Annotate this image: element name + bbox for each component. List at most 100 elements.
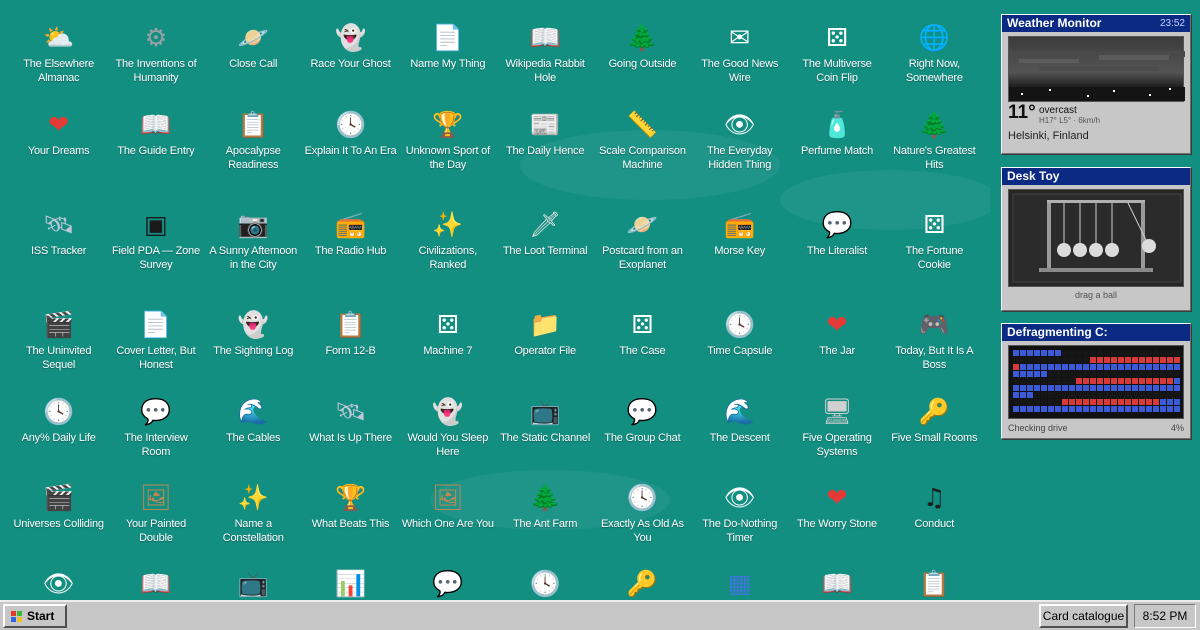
desktop-icon[interactable]: ✨ Civilizations, Ranked: [399, 207, 496, 307]
desktop-icon[interactable]: 🗡 The Loot Terminal: [496, 207, 593, 307]
desk-toy-widget[interactable]: Desk Toy drag a ball: [1001, 167, 1191, 311]
defrag-cell: [1034, 350, 1040, 356]
desktop-icon[interactable]: 🌊 The Cables: [205, 394, 302, 480]
defrag-cell: [1083, 406, 1089, 412]
desktop-icon[interactable]: 📖: [788, 566, 885, 600]
desktop-icon[interactable]: ▦: [691, 566, 788, 600]
desktop-icon[interactable]: ▣ Field PDA — Zone Survey: [107, 207, 204, 307]
desktop-icon[interactable]: 💬 The Literalist: [788, 207, 885, 307]
ghost-icon: 👻: [432, 396, 464, 426]
desktop-icon[interactable]: ❤ Your Dreams: [10, 107, 107, 207]
newtons-cradle[interactable]: [1008, 189, 1184, 287]
desktop-icon[interactable]: 🕓 Any% Daily Life: [10, 394, 107, 480]
defragmenter-widget[interactable]: Defragmenting C: Checking drive 4%: [1001, 323, 1191, 439]
desktop-icon-label: Postcard from an Exoplanet: [602, 245, 683, 271]
desktop-icon[interactable]: 📖 Wikipedia Rabbit Hole: [496, 20, 593, 107]
desktop-icon[interactable]: 📻 Morse Key: [691, 207, 788, 307]
desktop-icon[interactable]: 🕓: [496, 566, 593, 600]
desktop-icon[interactable]: 📋: [886, 566, 983, 600]
cradle-ball[interactable]: [1105, 243, 1119, 257]
desktop-icon[interactable]: 👻 The Sighting Log: [205, 307, 302, 394]
cradle-ball[interactable]: [1089, 243, 1103, 257]
desktop-icon[interactable]: 📄 Cover Letter, But Honest: [107, 307, 204, 394]
desktop-icon[interactable]: 🎬 The Uninvited Sequel: [10, 307, 107, 394]
desktop-icon[interactable]: 📖 The Guide Entry: [107, 107, 204, 207]
desktop-icon[interactable]: 🌲 Nature's Greatest Hits: [886, 107, 983, 207]
desktop-icon[interactable]: 🌐 Right Now, Somewhere: [886, 20, 983, 107]
desktop-icon[interactable]: 🕓 Explain It To An Era: [302, 107, 399, 207]
desktop-icon-label: Nature's Greatest Hits: [893, 145, 976, 171]
desktop-icon[interactable]: ⚄ The Case: [594, 307, 691, 394]
desktop-icon[interactable]: 🛰 ISS Tracker: [10, 207, 107, 307]
taskbar-window-button[interactable]: Card catalogue: [1039, 604, 1128, 628]
desktop-icon[interactable]: ⛅ The Elsewhere Almanac: [10, 20, 107, 107]
desktop-icon[interactable]: ❤ The Jar: [788, 307, 885, 394]
desktop-icon[interactable]: 🎮 Today, But It Is A Boss: [886, 307, 983, 394]
desktop-icon[interactable]: 👁 The Everyday Hidden Thing: [691, 107, 788, 207]
desk-toy-titlebar[interactable]: Desk Toy: [1002, 168, 1190, 185]
desktop-icon[interactable]: 🌲 Going Outside: [594, 20, 691, 107]
desktop-icon[interactable]: 💬: [399, 566, 496, 600]
cradle-ball[interactable]: [1057, 243, 1071, 257]
desktop-icon[interactable]: 👁: [10, 566, 107, 600]
desktop-icon[interactable]: 📺 The Static Channel: [496, 394, 593, 480]
desktop-icon[interactable]: 📄 Name My Thing: [399, 20, 496, 107]
desktop-icon[interactable]: 📏 Scale Comparison Machine: [594, 107, 691, 207]
desktop-icon[interactable]: ✨ Name a Constellation: [205, 480, 302, 566]
defrag-cell: [1041, 399, 1047, 405]
cradle-ball[interactable]: [1142, 239, 1156, 253]
weather-monitor-titlebar[interactable]: Weather Monitor 23:52: [1002, 15, 1190, 32]
desktop-icon[interactable]: 🪐 Postcard from an Exoplanet: [594, 207, 691, 307]
desktop-icon[interactable]: ⚙ The Inventions of Humanity: [107, 20, 204, 107]
defrag-titlebar[interactable]: Defragmenting C:: [1002, 324, 1190, 341]
desktop-icon[interactable]: 🖼 Your Painted Double: [107, 480, 204, 566]
pine-tree-icon: 🌲: [626, 22, 658, 52]
desktop-icon[interactable]: 🖼 Which One Are You: [399, 480, 496, 566]
desktop-icon[interactable]: 📋 Apocalypse Readiness: [205, 107, 302, 207]
desktop-icon[interactable]: 📊: [302, 566, 399, 600]
desktop-icon[interactable]: 🏆 What Beats This: [302, 480, 399, 566]
desktop-icon-label: The Jar: [819, 345, 855, 357]
desktop-icon[interactable]: 🖥 Five Operating Systems: [788, 394, 885, 480]
desktop-icon[interactable]: ✉ The Good News Wire: [691, 20, 788, 107]
desktop-icon[interactable]: 👻 Race Your Ghost: [302, 20, 399, 107]
desktop-icon[interactable]: 🌊 The Descent: [691, 394, 788, 480]
desktop-icon[interactable]: ♫ Conduct: [886, 480, 983, 566]
desktop-icon[interactable]: 🔑 Five Small Rooms: [886, 394, 983, 480]
desktop-icon[interactable]: ⚄ The Multiverse Coin Flip: [788, 20, 885, 107]
desktop-icon[interactable]: 📺: [205, 566, 302, 600]
desktop-icon[interactable]: 💬 The Group Chat: [594, 394, 691, 480]
desktop-icon[interactable]: 📷 A Sunny Afternoon in the City: [205, 207, 302, 307]
desktop-icon[interactable]: ❤ The Worry Stone: [788, 480, 885, 566]
desktop-icon[interactable]: 📖: [107, 566, 204, 600]
desktop-icon[interactable]: 📁 Operator File: [496, 307, 593, 394]
desktop-icon[interactable]: 📰 The Daily Hence: [496, 107, 593, 207]
desktop-icon-label: What Is Up There: [309, 432, 392, 444]
desktop-icon[interactable]: 🪐 Close Call: [205, 20, 302, 107]
desktop-icon[interactable]: 🌲 The Ant Farm: [496, 480, 593, 566]
desktop-icon[interactable]: ⚄ The Fortune Cookie: [886, 207, 983, 307]
defrag-cell: [1139, 350, 1145, 356]
desktop-icon[interactable]: 💬 The Interview Room: [107, 394, 204, 480]
cradle-ball[interactable]: [1073, 243, 1087, 257]
desktop-icon[interactable]: 🏆 Unknown Sport of the Day: [399, 107, 496, 207]
weather-monitor-widget[interactable]: Weather Monitor 23:52 11° overcast H17° …: [1001, 14, 1191, 154]
desktop-icon[interactable]: 🧴 Perfume Match: [788, 107, 885, 207]
desktop-icon[interactable]: 👻 Would You Sleep Here: [399, 394, 496, 480]
desktop-icon[interactable]: 🛰 What Is Up There: [302, 394, 399, 480]
desktop-icon[interactable]: ⚄ Machine 7: [399, 307, 496, 394]
desktop-icon[interactable]: 🕓 Time Capsule: [691, 307, 788, 394]
desktop-icon[interactable]: 📋 Form 12-B: [302, 307, 399, 394]
desktop-icon[interactable]: 🕓 Exactly As Old As You: [594, 480, 691, 566]
defrag-percent: 4%: [1170, 423, 1184, 433]
start-button[interactable]: Start: [3, 604, 67, 628]
defrag-cell: [1034, 406, 1040, 412]
desktop-icon[interactable]: 🎬 Universes Colliding: [10, 480, 107, 566]
defrag-cell: [1055, 364, 1061, 370]
desktop-icon[interactable]: 👁 The Do-Nothing Timer: [691, 480, 788, 566]
satellite-icon: 🛰: [334, 396, 367, 426]
desktop-icon-label: The Worry Stone: [797, 518, 877, 530]
desktop-icon[interactable]: 📻 The Radio Hub: [302, 207, 399, 307]
desktop-icon[interactable]: 🔑: [594, 566, 691, 600]
defrag-cell: [1139, 371, 1145, 377]
